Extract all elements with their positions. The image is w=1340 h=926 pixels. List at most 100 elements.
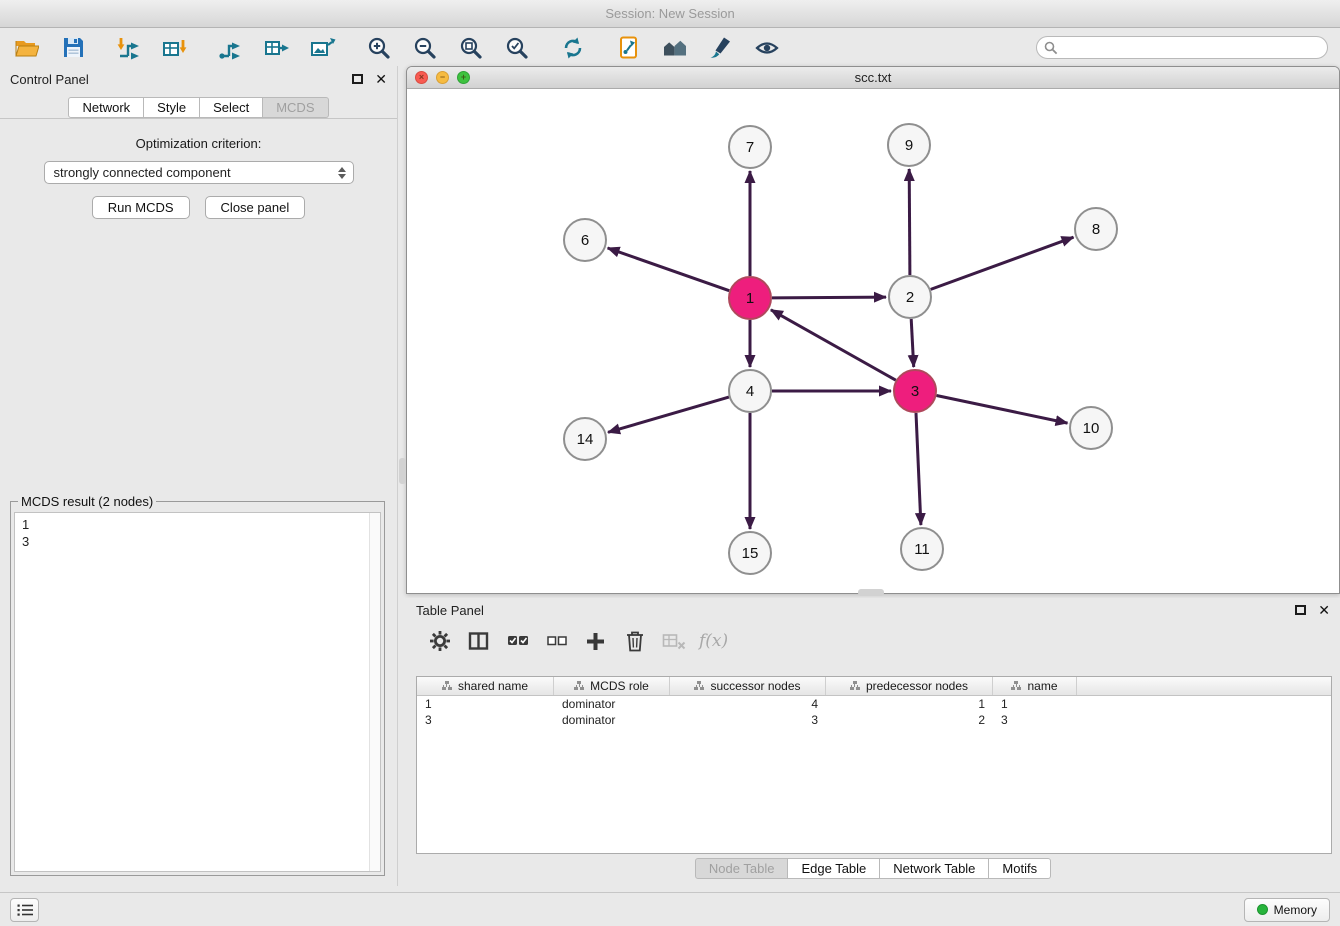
delete-table-button[interactable]: [660, 628, 687, 655]
column-header-MCDS-role[interactable]: MCDS role: [554, 677, 670, 695]
network-window-titlebar[interactable]: × − + scc.txt: [407, 67, 1339, 89]
graph-node-9[interactable]: 9: [888, 124, 930, 166]
deselect-all-button[interactable]: [543, 628, 570, 655]
graph-node-11[interactable]: 11: [901, 528, 943, 570]
table-settings-button[interactable]: [426, 628, 453, 655]
column-header-predecessor-nodes[interactable]: predecessor nodes: [826, 677, 993, 695]
task-history-button[interactable]: [10, 898, 39, 922]
table-row[interactable]: 3dominator323: [417, 712, 1331, 728]
window-title: Session: New Session: [605, 6, 734, 21]
graph-edge-3-10[interactable]: [937, 396, 1068, 424]
zoom-out-button[interactable]: [410, 34, 440, 62]
function-builder-button[interactable]: f(x): [699, 628, 728, 655]
graph-edge-2-8[interactable]: [931, 237, 1074, 289]
graph-node-14[interactable]: 14: [564, 418, 606, 460]
cell-successor-nodes[interactable]: 3: [670, 713, 826, 727]
graph-node-8[interactable]: 8: [1075, 208, 1117, 250]
export-network-button[interactable]: [216, 34, 246, 62]
tab-network[interactable]: Network: [68, 97, 144, 118]
apply-style-button[interactable]: [706, 34, 736, 62]
cell-successor-nodes[interactable]: 4: [670, 697, 826, 711]
delete-row-button[interactable]: [621, 628, 648, 655]
graph-node-6[interactable]: 6: [564, 219, 606, 261]
run-mcds-button[interactable]: Run MCDS: [92, 196, 190, 219]
float-table-panel-icon[interactable]: [1295, 605, 1306, 615]
column-header-shared-name[interactable]: shared name: [417, 677, 554, 695]
select-all-button[interactable]: [504, 628, 531, 655]
result-item[interactable]: 1: [22, 516, 373, 533]
window-close-icon[interactable]: ×: [415, 71, 428, 84]
export-image-button[interactable]: [308, 34, 338, 62]
panel-splitter-handle[interactable]: [399, 458, 406, 484]
graph-edge-1-6[interactable]: [608, 248, 730, 291]
cell-predecessor-nodes[interactable]: 2: [826, 713, 993, 727]
cell-shared-name[interactable]: 3: [417, 713, 554, 727]
table-panel-title: Table Panel: [416, 603, 484, 618]
cell-name[interactable]: 1: [993, 697, 1077, 711]
column-header-name[interactable]: name: [993, 677, 1077, 695]
float-panel-icon[interactable]: [352, 74, 363, 84]
save-session-button[interactable]: [58, 34, 88, 62]
search-input[interactable]: [1036, 36, 1328, 59]
add-row-button[interactable]: [582, 628, 609, 655]
refresh-button[interactable]: [558, 34, 588, 62]
optimization-dropdown[interactable]: strongly connected component: [44, 161, 354, 184]
graph-node-2[interactable]: 2: [889, 276, 931, 318]
network-title: scc.txt: [407, 70, 1339, 85]
tab-style[interactable]: Style: [144, 97, 200, 118]
cell-predecessor-nodes[interactable]: 1: [826, 697, 993, 711]
graph-edge-1-2[interactable]: [772, 297, 886, 298]
document-share-icon: [618, 36, 640, 59]
tab-motifs[interactable]: Motifs: [989, 858, 1051, 879]
zoom-fit-button[interactable]: [456, 34, 486, 62]
window-zoom-icon[interactable]: +: [457, 71, 470, 84]
zoom-selected-button[interactable]: [502, 34, 532, 62]
cell-shared-name[interactable]: 1: [417, 697, 554, 711]
result-scrollbar[interactable]: [369, 513, 380, 871]
graph-edge-3-11[interactable]: [916, 413, 921, 525]
tab-mcds[interactable]: MCDS: [263, 97, 328, 118]
clone-network-button[interactable]: [614, 34, 644, 62]
zoom-out-icon: [413, 36, 437, 60]
tab-node-table[interactable]: Node Table: [695, 858, 789, 879]
cell-name[interactable]: 3: [993, 713, 1077, 727]
close-panel-icon[interactable]: ✕: [375, 72, 387, 86]
memory-label: Memory: [1274, 903, 1317, 917]
window-minimize-icon[interactable]: −: [436, 71, 449, 84]
column-header-successor-nodes[interactable]: successor nodes: [670, 677, 826, 695]
houses-icon: [663, 37, 687, 58]
graph-node-10[interactable]: 10: [1070, 407, 1112, 449]
open-session-button[interactable]: [12, 34, 42, 62]
mcds-result-title: MCDS result (2 nodes): [18, 494, 156, 509]
show-hide-button[interactable]: [752, 34, 782, 62]
network-canvas[interactable]: 7 9 6 8 1 2 4 3 14 10 15 11: [407, 89, 1339, 593]
graph-node-7[interactable]: 7: [729, 126, 771, 168]
tab-network-table[interactable]: Network Table: [880, 858, 989, 879]
close-panel-button[interactable]: Close panel: [205, 196, 306, 219]
network-view-window: × − + scc.txt 7 9 6 8 1 2 4 3 14 10 15 11: [406, 66, 1340, 594]
import-table-button[interactable]: [160, 34, 190, 62]
graph-node-15[interactable]: 15: [729, 532, 771, 574]
graph-edge-3-1[interactable]: [771, 310, 896, 380]
graph-node-4[interactable]: 4: [729, 370, 771, 412]
zoom-in-button[interactable]: [364, 34, 394, 62]
tab-select[interactable]: Select: [200, 97, 263, 118]
close-table-panel-icon[interactable]: ✕: [1318, 603, 1330, 617]
tab-edge-table[interactable]: Edge Table: [788, 858, 880, 879]
export-table-button[interactable]: [262, 34, 292, 62]
control-panel-title: Control Panel: [10, 72, 89, 87]
first-neighbors-button[interactable]: [660, 34, 690, 62]
cell-MCDS-role[interactable]: dominator: [554, 713, 670, 727]
graph-edge-2-9[interactable]: [909, 169, 910, 275]
table-row[interactable]: 1dominator411: [417, 696, 1331, 712]
graph-edge-2-3[interactable]: [911, 319, 914, 367]
cell-MCDS-role[interactable]: dominator: [554, 697, 670, 711]
graph-node-1[interactable]: 1: [729, 277, 771, 319]
graph-edge-4-14[interactable]: [608, 397, 729, 432]
result-item[interactable]: 3: [22, 533, 373, 550]
graph-node-3[interactable]: 3: [894, 370, 936, 412]
show-columns-button[interactable]: [465, 628, 492, 655]
import-network-button[interactable]: [114, 34, 144, 62]
memory-button[interactable]: Memory: [1244, 898, 1330, 922]
canvas-splitter-handle[interactable]: [858, 589, 884, 596]
